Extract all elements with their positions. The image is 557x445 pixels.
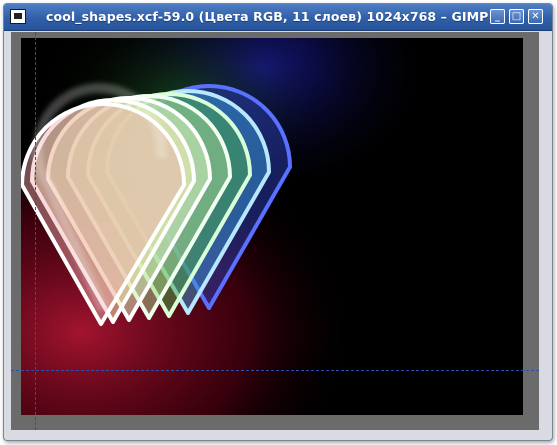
vertical-guide[interactable] xyxy=(35,32,36,430)
window-title: cool_shapes.xcf-59.0 (Цвета RGB, 11 слое… xyxy=(46,9,489,24)
minimize-icon: _ xyxy=(495,11,500,22)
maximize-icon: □ xyxy=(511,11,522,22)
canvas-artwork xyxy=(21,38,523,415)
maximize-button[interactable]: □ xyxy=(509,9,524,24)
image-canvas[interactable] xyxy=(21,38,523,415)
title-bar[interactable]: cool_shapes.xcf-59.0 (Цвета RGB, 11 слое… xyxy=(4,4,552,31)
close-icon: ✕ xyxy=(531,11,540,22)
close-button[interactable]: ✕ xyxy=(528,9,543,24)
canvas-area[interactable] xyxy=(11,32,539,430)
minimize-button[interactable]: _ xyxy=(490,9,505,24)
gimp-image-window: cool_shapes.xcf-59.0 (Цвета RGB, 11 слое… xyxy=(3,3,553,441)
horizontal-guide[interactable] xyxy=(11,370,539,371)
gimp-app-icon[interactable] xyxy=(10,9,26,24)
